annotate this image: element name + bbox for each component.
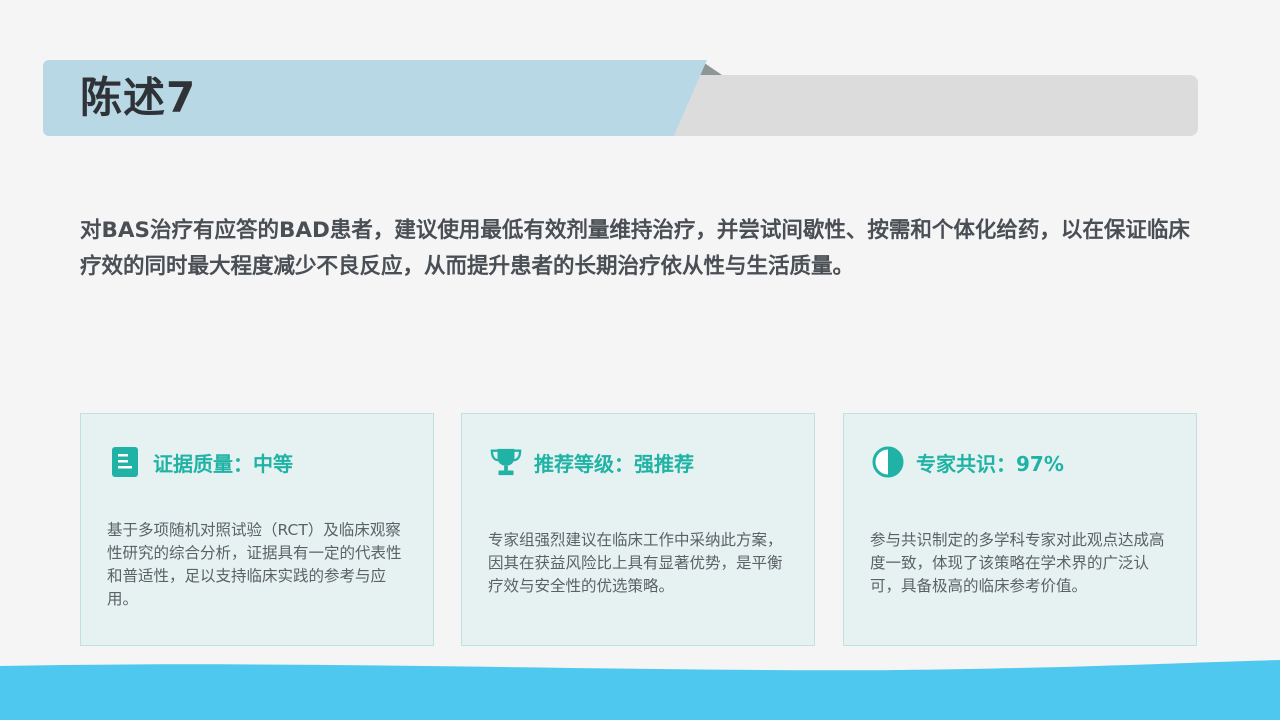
card-header: 推荐等级：强推荐 [490, 444, 694, 480]
card-body: 参与共识制定的多学科专家对此观点达成高度一致，体现了该策略在学术界的广泛认可，具… [870, 531, 1165, 595]
half-circle-icon [872, 446, 904, 478]
title-band-gray [640, 75, 1198, 136]
page-title: 陈述7 [80, 73, 197, 122]
document-icon [109, 446, 141, 478]
evidence-quality-card: 证据质量：中等 基于多项随机对照试验（RCT）及临床观察性研究的综合分析，证据具… [80, 413, 434, 646]
statement-text: 对BAS治疗有应答的BAD患者，建议使用最低有效剂量维持治疗，并尝试间歇性、按需… [80, 218, 1190, 279]
expert-consensus-card: 专家共识：97% 参与共识制定的多学科专家对此观点达成高度一致，体现了该策略在学… [843, 413, 1197, 646]
card-title: 推荐等级：强推荐 [534, 451, 694, 476]
bottom-wave-decoration [0, 660, 1280, 720]
card-body: 基于多项随机对照试验（RCT）及临床观察性研究的综合分析，证据具有一定的代表性和… [107, 521, 402, 608]
card-title: 证据质量：中等 [153, 451, 293, 476]
trophy-icon [490, 446, 522, 478]
card-body: 专家组强烈建议在临床工作中采纳此方案，因其在获益风险比上具有显著优势，是平衡疗效… [488, 531, 783, 595]
card-header: 专家共识：97% [872, 444, 1064, 480]
card-title: 专家共识：97% [916, 451, 1064, 476]
card-header: 证据质量：中等 [109, 444, 293, 480]
recommendation-level-card: 推荐等级：强推荐 专家组强烈建议在临床工作中采纳此方案，因其在获益风险比上具有显… [461, 413, 815, 646]
